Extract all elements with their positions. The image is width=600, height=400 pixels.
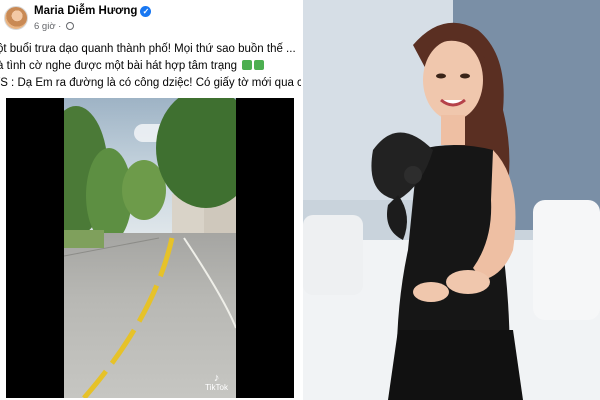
recycle-emoji-icon (242, 60, 253, 70)
author-avatar[interactable] (4, 6, 28, 30)
author-name-row[interactable]: Maria Diễm Hương ✓ (34, 5, 152, 17)
post-time[interactable]: 6 giờ (34, 21, 56, 32)
post-meta: 6 giờ · (34, 21, 74, 32)
recycle-emoji-icon (254, 60, 265, 70)
globe-icon (66, 22, 74, 30)
post-text-line-2-text: à tình cờ nghe được một bài hát hợp tâm … (0, 60, 238, 72)
tiktok-label: TikTok (205, 383, 228, 392)
post-text-line-1: ột buổi trưa dạo quanh thành phố! Mọi th… (0, 43, 296, 55)
road-lane-markings (64, 237, 236, 398)
video-frame: ♪ TikTok (64, 98, 236, 398)
post-text-line-2: à tình cờ nghe được một bài hát hợp tâm … (0, 60, 265, 72)
verified-badge-icon: ✓ (140, 6, 152, 17)
post-video[interactable]: ♪ TikTok (6, 98, 294, 398)
post-text-line-3: /S : Dạ Em ra đường là có công dziệc! Có… (0, 77, 301, 89)
post-header: Maria Diễm Hương ✓ 6 giờ · (0, 0, 301, 36)
portrait-illustration (303, 0, 600, 400)
facebook-post: Maria Diễm Hương ✓ 6 giờ · ột buổi trưa d… (0, 0, 301, 400)
tiktok-logo-icon: ♪ (213, 372, 220, 384)
author-name[interactable]: Maria Diễm Hương (34, 5, 137, 17)
woman-portrait-photo (303, 0, 600, 400)
tiktok-watermark: ♪ TikTok (205, 372, 228, 393)
